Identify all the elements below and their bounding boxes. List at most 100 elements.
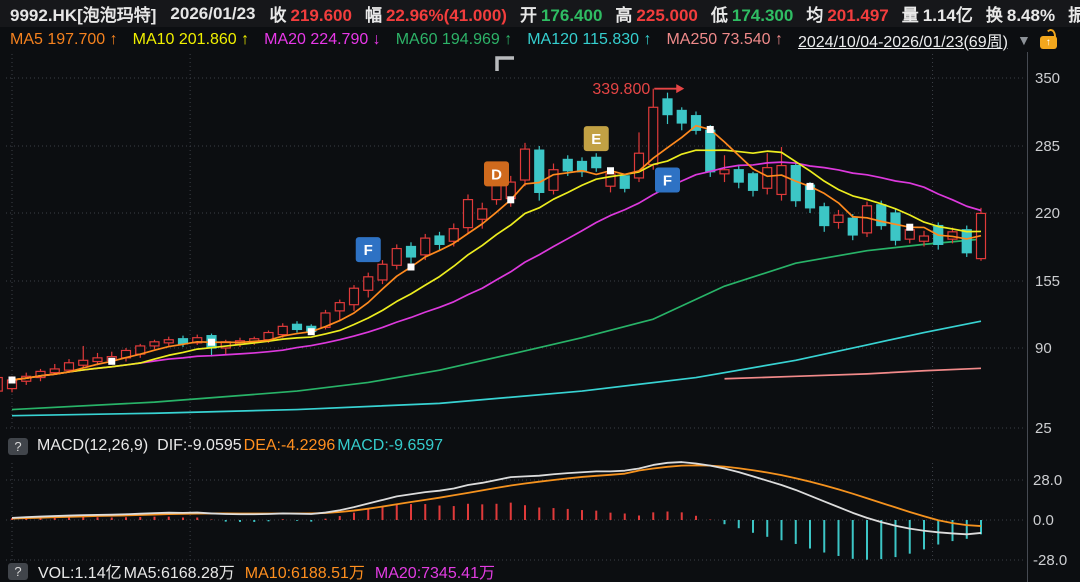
annotation-arrowhead [676, 84, 684, 93]
lock-arrow: ↑ [1040, 36, 1057, 49]
candle-body [677, 110, 686, 123]
event-badge-f[interactable]: F [655, 168, 680, 193]
event-badge-e[interactable]: E [584, 126, 609, 151]
ma-legend-items: MA5 197.700 ↑ MA10 201.860 ↑ MA20 224.790 … [10, 31, 783, 49]
candle-body [335, 303, 344, 311]
ma-legend-item: MA5 197.700 ↑ [10, 31, 118, 49]
event-badge-label: E [591, 131, 601, 148]
macd-axis-label: 28.0 [1033, 472, 1062, 489]
quote-field: 量1.14亿 [902, 1, 973, 26]
quote-field: 换8.48% [986, 1, 1055, 26]
symbol-name[interactable]: 9992.HK[泡泡玛特] [10, 1, 156, 26]
quote-field: 高225.000 [615, 1, 697, 26]
event-badge-label: F [663, 173, 672, 190]
candle-body [535, 150, 544, 192]
macd-panel [12, 462, 981, 560]
candle-body [905, 230, 914, 239]
macd-help-button[interactable]: ? [8, 438, 28, 455]
quote-field: 开176.400 [520, 1, 602, 26]
candle-body [0, 378, 2, 392]
quote-date: 2026/01/23 [170, 4, 255, 24]
candle-body [464, 200, 473, 228]
ma5-week-marker [906, 224, 913, 231]
candle-body [150, 342, 159, 346]
candle-body [763, 168, 772, 189]
macd-axis-label: 0.0 [1033, 512, 1054, 529]
candle-body [293, 324, 302, 329]
candle-body [734, 170, 743, 182]
ma-legend-item: MA120 115.830 ↑ [527, 31, 651, 49]
macd-info-bar: ? MACD(12,26,9) DIF:-9.0595 DEA:-4.2296 … [8, 437, 443, 455]
ma-legend-item: MA10 201.860 ↑ [133, 31, 250, 49]
candle-body [278, 326, 287, 334]
price-axis-label: 285 [1035, 138, 1060, 155]
candle-body [364, 277, 373, 290]
volume-values: VOL:1.14亿 MA5:6168.28万 [38, 559, 235, 582]
ma5-week-marker [707, 126, 714, 133]
price-axis-label: 350 [1035, 70, 1060, 87]
volume-ma20-value: MA20:7345.41万 [375, 559, 495, 582]
ma5-week-marker [308, 328, 315, 335]
ma-legend-item: MA250 73.540 ↑ [666, 31, 783, 49]
candle-body [79, 360, 88, 365]
candle-body [920, 236, 929, 241]
date-range-selector[interactable]: 2024/10/04-2026/01/23(69周) [798, 28, 1008, 52]
event-badge-d[interactable]: D [484, 161, 509, 186]
ma5-week-marker [9, 377, 16, 384]
candle-body [521, 149, 530, 180]
price-axis-label: 25 [1035, 420, 1052, 437]
candle-body [592, 157, 601, 167]
quote-field: 振28 [1068, 1, 1080, 26]
quote-field: 均201.497 [806, 1, 888, 26]
event-badge-f[interactable]: F [356, 237, 381, 262]
quote-fields: 收219.600 幅22.96%(41.000) 开176.400 高225.000 低… [270, 1, 1080, 26]
price-axis-label: 220 [1035, 205, 1060, 222]
candle-body [848, 218, 857, 235]
quote-field: 收219.600 [270, 1, 352, 26]
candle-body [65, 363, 74, 370]
volume-value: VOL:1.14亿 [38, 559, 122, 582]
ma5-week-marker [607, 167, 614, 174]
chevron-down-icon[interactable]: ▼ [1017, 32, 1031, 48]
candle-body [421, 238, 430, 255]
unlock-icon[interactable]: ↑ [1040, 36, 1057, 49]
volume-ma10-value: MA10:6188.51万 [245, 559, 365, 582]
chart-canvas[interactable]: 350285220155902528.00.0-28.0FDEF339.800 [0, 0, 1080, 582]
quote-field: 低174.300 [711, 1, 793, 26]
corner-bracket-mark [497, 58, 514, 71]
candle-body [563, 159, 572, 170]
macd-values: DIF:-9.0595 DEA:-4.2296 MACD:-9.6597 [157, 437, 443, 455]
volume-help-button[interactable]: ? [8, 563, 28, 580]
candle-body [777, 166, 786, 195]
candle-body [820, 207, 829, 226]
long-ma-lines [12, 239, 981, 416]
ma5-week-marker [507, 196, 514, 203]
macd-dea-value: DEA:-4.2296 [244, 437, 336, 455]
ma5-week-marker [408, 263, 415, 270]
ma-legend-item: MA20 224.790 ↓ [264, 31, 381, 49]
candle-body [449, 229, 458, 242]
volume-ma5-value: MA5:6168.28万 [124, 559, 235, 582]
candle-body [549, 170, 558, 191]
price-axis-label: 90 [1035, 340, 1052, 357]
quote-header: 9992.HK[泡泡玛特] 2026/01/23 收219.600 幅22.96%… [0, 0, 1080, 27]
candle-body [891, 213, 900, 240]
gridlines: 350285220155902528.00.0-28.0 [6, 52, 1067, 582]
candle-body [93, 358, 102, 362]
ma-legend-bar: MA5 197.700 ↑ MA10 201.860 ↑ MA20 224.790 … [0, 27, 1080, 52]
candle-body [478, 209, 487, 219]
candle-body [834, 215, 843, 222]
candle-body [164, 340, 173, 343]
candle-body [407, 246, 416, 256]
macd-dif-value: DIF:-9.0595 [157, 437, 241, 455]
stock-chart-app: 350285220155902528.00.0-28.0FDEF339.800 … [0, 0, 1080, 582]
quote-field: 幅22.96%(41.000) [365, 1, 507, 26]
ma5-week-marker [807, 183, 814, 190]
candle-body [378, 264, 387, 280]
candle-body [720, 170, 729, 174]
candles-group [0, 89, 986, 395]
dif-line [12, 462, 981, 534]
ma5-week-marker [108, 358, 115, 365]
macd-axis-label: -28.0 [1033, 552, 1067, 569]
macd-title: MACD(12,26,9) [37, 437, 148, 455]
